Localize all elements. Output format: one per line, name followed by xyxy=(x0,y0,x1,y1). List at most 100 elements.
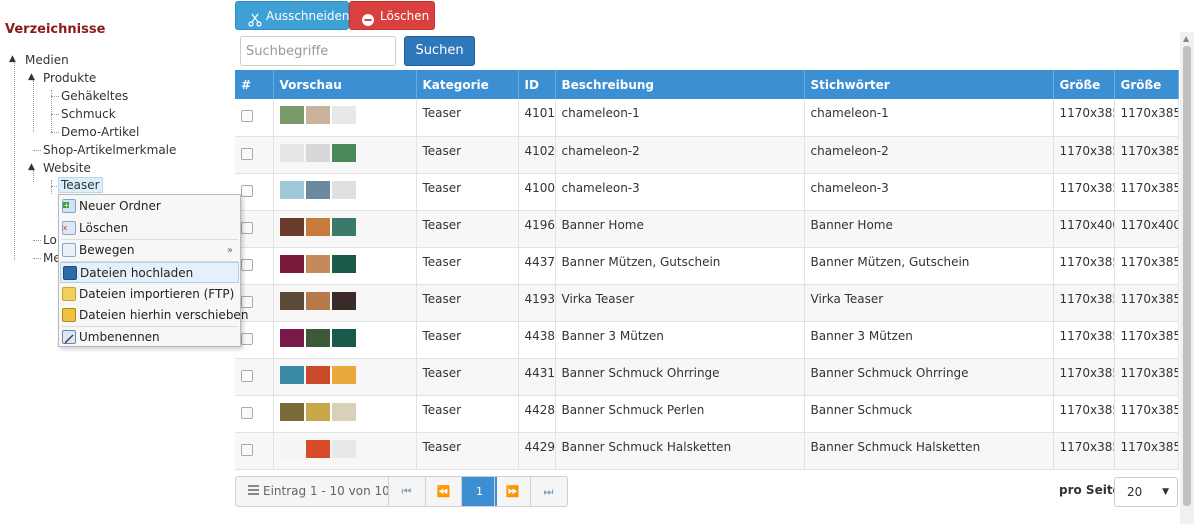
row-checkbox[interactable] xyxy=(241,369,253,382)
next-page-icon: ⏩ xyxy=(505,485,520,498)
row-checkbox[interactable] xyxy=(241,443,253,456)
tree-item-shop-artikelmerkmale[interactable]: Shop-Artikelmerkmale xyxy=(43,142,176,158)
description-cell: Banner Schmuck Halsketten xyxy=(555,432,805,470)
preview-thumbnail[interactable] xyxy=(331,217,356,236)
tree-expand-icon[interactable]: ▲ xyxy=(9,54,16,64)
column-header-stichwoerter[interactable]: Stichwörter xyxy=(804,70,1054,99)
row-checkbox[interactable] xyxy=(241,147,253,160)
preview-thumbnail[interactable] xyxy=(331,328,356,347)
preview-thumbnail[interactable] xyxy=(331,180,356,199)
tree-item-gehaekeltes[interactable]: Gehäkeltes xyxy=(61,88,128,104)
preview-thumbnail[interactable] xyxy=(331,254,356,273)
preview-thumbnail[interactable] xyxy=(305,143,330,162)
preview-thumbnail[interactable] xyxy=(331,291,356,310)
tree-expand-icon[interactable]: ▲ xyxy=(28,72,35,82)
column-header-groesse[interactable]: Größe xyxy=(1053,70,1115,99)
preview-thumbnail[interactable] xyxy=(331,402,356,421)
preview-thumbnail[interactable] xyxy=(279,180,304,199)
previous-page-button[interactable]: ⏪ xyxy=(425,477,461,506)
preview-thumbnail[interactable] xyxy=(305,180,330,199)
tree-item-demo-artikel[interactable]: Demo-Artikel xyxy=(61,124,139,140)
preview-thumbnail[interactable] xyxy=(279,402,304,421)
vertical-scrollbar[interactable]: ▲ xyxy=(1180,32,1194,524)
preview-thumbnail[interactable] xyxy=(331,143,356,162)
last-page-button[interactable]: ⏭ xyxy=(530,477,566,506)
size-cell-2: 1170x385 xyxy=(1114,321,1179,359)
table-row[interactable]: Teaser 4193 Virka Teaser Virka Teaser 1170x3… xyxy=(235,284,1179,322)
preview-thumbnail[interactable] xyxy=(305,254,330,273)
menu-item-move[interactable]: Bewegen » xyxy=(60,240,239,261)
preview-thumbnail[interactable] xyxy=(305,291,330,310)
scroll-up-icon[interactable]: ▲ xyxy=(1183,34,1189,43)
menu-item-delete[interactable]: x Löschen xyxy=(60,218,239,239)
tree-item-produkte[interactable]: Produkte xyxy=(43,70,96,86)
delete-button[interactable]: Löschen xyxy=(349,1,435,30)
tree-item-website[interactable]: Website xyxy=(43,160,91,176)
table-row[interactable]: Teaser 4431 Banner Schmuck Ohrringe Banner … xyxy=(235,358,1179,396)
preview-thumbnail[interactable] xyxy=(279,217,304,236)
row-checkbox[interactable] xyxy=(241,406,253,419)
menu-item-new-folder[interactable]: + Neuer Ordner xyxy=(60,196,239,217)
preview-thumbnail[interactable] xyxy=(305,106,330,124)
table-row[interactable]: Teaser 4437 Banner Mützen, Gutschein Banner… xyxy=(235,247,1179,285)
column-header-kategorie[interactable]: Kategorie xyxy=(416,70,519,99)
menu-item-import-ftp[interactable]: Dateien importieren (FTP) xyxy=(60,284,239,305)
next-page-button[interactable]: ⏩ xyxy=(494,477,530,506)
size-cell-2: 1170x385 xyxy=(1114,284,1179,322)
last-page-icon: ⏭ xyxy=(543,485,554,498)
row-checkbox[interactable] xyxy=(241,258,253,271)
search-button[interactable]: Suchen xyxy=(404,36,475,66)
table-row[interactable]: Teaser 4196 Banner Home Banner Home 1170x400… xyxy=(235,210,1179,248)
column-header-select[interactable]: # xyxy=(235,70,274,99)
preview-thumbnail[interactable] xyxy=(279,254,304,273)
preview-thumbnail[interactable] xyxy=(305,328,330,347)
list-icon xyxy=(248,477,259,506)
size-cell-2: 1170x385 xyxy=(1114,358,1179,396)
preview-thumbnail[interactable] xyxy=(331,365,356,384)
row-checkbox[interactable] xyxy=(241,184,253,197)
preview-thumbnail[interactable] xyxy=(331,439,356,458)
tree-expand-icon[interactable]: ▲ xyxy=(28,162,35,172)
table-row[interactable]: Teaser 4101 chameleon-1 chameleon-1 1170x385… xyxy=(235,99,1179,137)
menu-item-upload-files[interactable]: Dateien hochladen xyxy=(60,262,239,283)
size-cell-2: 1170x385 xyxy=(1114,99,1179,137)
preview-thumbnail[interactable] xyxy=(305,402,330,421)
row-checkbox[interactable] xyxy=(241,110,253,122)
preview-thumbnail[interactable] xyxy=(331,106,356,124)
search-input[interactable] xyxy=(240,36,396,66)
preview-thumbnail[interactable] xyxy=(279,439,304,458)
preview-thumbnail[interactable] xyxy=(279,365,304,384)
tree-item-schmuck[interactable]: Schmuck xyxy=(61,106,116,122)
preview-thumbnail[interactable] xyxy=(305,217,330,236)
tree-item-teaser[interactable]: Teaser xyxy=(58,177,103,193)
page-button-1[interactable]: 1 xyxy=(461,477,497,506)
column-header-beschreibung[interactable]: Beschreibung xyxy=(555,70,805,99)
preview-cell xyxy=(273,395,417,433)
tree-item-lo[interactable]: Lo xyxy=(43,232,57,248)
preview-thumbnail[interactable] xyxy=(279,143,304,162)
menu-item-rename[interactable]: Umbenennen xyxy=(60,327,239,348)
first-page-button[interactable]: ⏮ xyxy=(388,477,424,506)
table-row[interactable]: Teaser 4100 chameleon-3 chameleon-3 1170x385… xyxy=(235,173,1179,211)
preview-thumbnail[interactable] xyxy=(305,439,330,458)
scrollbar-thumb[interactable] xyxy=(1183,46,1191,506)
row-checkbox[interactable] xyxy=(241,332,253,345)
column-header-id[interactable]: ID xyxy=(518,70,556,99)
column-header-groesse-2[interactable]: Größe xyxy=(1114,70,1179,99)
per-page-select[interactable]: 20 ▼ xyxy=(1114,477,1178,507)
preview-thumbnail[interactable] xyxy=(279,328,304,347)
table-row[interactable]: Teaser 4438 Banner 3 Mützen Banner 3 Mützen… xyxy=(235,321,1179,359)
preview-thumbnail[interactable] xyxy=(279,291,304,310)
table-row[interactable]: Teaser 4429 Banner Schmuck Halsketten Banne… xyxy=(235,432,1179,470)
preview-thumbnail[interactable] xyxy=(305,365,330,384)
category-cell: Teaser xyxy=(416,210,519,248)
tree-item-medien[interactable]: Medien xyxy=(25,52,69,68)
table-row[interactable]: Teaser 4428 Banner Schmuck Perlen Banner Sc… xyxy=(235,395,1179,433)
cut-button[interactable]: Ausschneiden xyxy=(235,1,349,30)
row-checkbox[interactable] xyxy=(241,221,253,234)
menu-item-move-files-here[interactable]: Dateien hierhin verschieben xyxy=(60,305,248,326)
table-row[interactable]: Teaser 4102 chameleon-2 chameleon-2 1170x385… xyxy=(235,136,1179,174)
column-header-vorschau[interactable]: Vorschau xyxy=(273,70,417,99)
preview-thumbnail[interactable] xyxy=(279,106,304,124)
context-menu: + Neuer Ordner x Löschen Bewegen » Datei… xyxy=(58,194,248,348)
